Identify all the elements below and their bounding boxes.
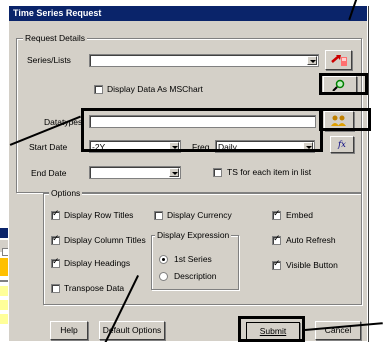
request-details-label: Request Details [23,33,88,43]
freq-combo[interactable]: Daily [215,140,315,153]
transpose-checkbox[interactable] [51,284,60,293]
transpose-label: Transpose Data [64,283,125,293]
time-series-request-dialog: Time Series Request Request Details Seri… [8,5,368,342]
first-series-radio[interactable] [159,255,168,264]
auto-refresh-label: Auto Refresh [286,235,336,245]
column-titles-checkbox[interactable] [51,234,60,245]
currency-label: Display Currency [167,210,232,220]
chevron-down-icon[interactable] [303,142,313,151]
description-radio[interactable] [159,272,168,281]
start-date-label: Start Date [29,142,68,152]
series-lists-combo[interactable] [89,54,319,67]
datatypes-field[interactable] [89,115,316,128]
row-titles-label: Display Row Titles [64,210,134,220]
function-button[interactable]: fx [330,136,354,153]
headings-checkbox[interactable] [51,257,60,268]
people-icon [331,115,346,126]
end-date-label: End Date [31,168,67,178]
chevron-down-icon[interactable] [169,142,179,151]
end-date-combo[interactable] [89,166,181,179]
auto-refresh-checkbox[interactable] [272,234,281,245]
help-button[interactable]: Help [50,321,88,340]
visible-button-label: Visible Button [286,260,338,270]
series-lists-label: Series/Lists [27,55,71,65]
display-expression-label: Display Expression [155,230,232,240]
freq-label: Freq [192,142,210,152]
dialog-title: Time Series Request [9,6,367,21]
fx-icon: fx [338,140,346,150]
description-label: Description [174,271,217,281]
submit-button[interactable]: Submit [246,322,300,341]
series-find-button[interactable] [323,76,357,94]
magnifier-icon [332,79,345,91]
series-picker-button[interactable] [325,50,352,70]
first-series-label: 1st Series [174,254,212,264]
msc-label: Display Data As MSChart [107,84,203,94]
visible-button-checkbox[interactable] [272,259,281,270]
embed-checkbox[interactable] [272,209,281,220]
column-titles-label: Display Column Titles [64,235,146,245]
start-date-combo[interactable]: -2Y [89,140,181,153]
chevron-down-icon[interactable] [307,56,317,65]
arrow-grid-icon [330,55,347,66]
datatype-find-button[interactable] [324,111,354,131]
options-label: Options [49,188,83,198]
chevron-down-icon[interactable] [169,168,179,177]
msc-checkbox[interactable] [94,85,103,94]
currency-checkbox[interactable] [154,211,163,220]
row-titles-checkbox[interactable] [51,209,60,220]
background-sheet-right [368,260,383,342]
ts-each-item-checkbox[interactable] [213,168,222,177]
ts-each-item-label: TS for each item in list [227,167,312,177]
headings-label: Display Headings [64,258,131,268]
embed-label: Embed [286,210,313,220]
